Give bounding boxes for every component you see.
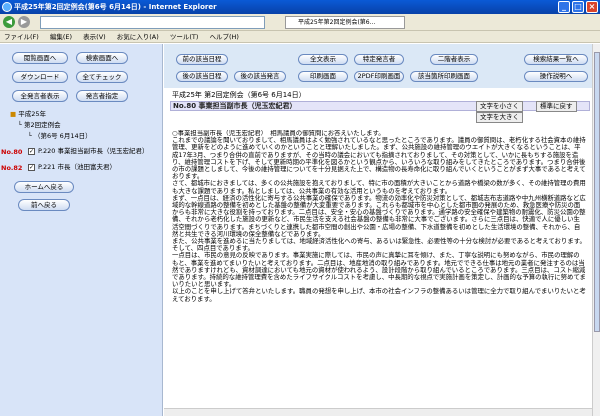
pdf-print-button[interactable]: 2PDF印刷画面 <box>354 71 404 82</box>
speaker-name: No.80 事業担当副市長（児玉宏紀君） <box>173 102 297 110</box>
instructions-button[interactable]: 操作説明へ <box>524 71 588 82</box>
item-link[interactable]: P.220 事業担当副市長（児玉宏紀君） <box>38 147 148 156</box>
paragraph: 以上のことを申し上げて答弁といたします。職員の発想を申し上げ、本市の社会インフラ… <box>172 287 586 303</box>
tree-session[interactable]: └ 第2回定例会 <box>18 121 61 130</box>
toolbar: 前の該当日程 全文表示 特定発言者 二階者表示 検索結果一覧へ 後の該当日程 後… <box>164 44 600 88</box>
scrollbar-thumb[interactable] <box>594 52 600 332</box>
paragraph: これまでの議論を聞いておりまして、相馬議員はよく勉強されているなと思ったところで… <box>172 136 586 181</box>
menu-help[interactable]: ヘルプ(H) <box>210 33 239 41</box>
item-number: No.82 <box>1 164 23 172</box>
session-title: 平成25年 第2回定例会（第6号 6月14日） <box>172 91 306 99</box>
paragraph: さて、都城市におきましては、多くの公共施設を抱えておりまして、特に市の面積が大き… <box>172 179 586 195</box>
minutes-text: ○事業担当副市長（児玉宏紀君） 相馬議員の御質問にお答えいたします。 これまでの… <box>172 130 586 406</box>
download-button[interactable]: ダウンロード <box>12 71 68 83</box>
browser-tab[interactable]: 平成25年第2回定例会(第6... <box>285 16 405 29</box>
item-checkbox[interactable]: ✓ <box>28 148 35 155</box>
browse-screen-button[interactable]: 閲覧画面へ <box>12 52 68 64</box>
ie-icon <box>2 2 12 12</box>
search-screen-button[interactable]: 検索画面へ <box>76 52 128 64</box>
vertical-scrollbar[interactable] <box>592 44 600 416</box>
font-small-button[interactable]: 文字を小さく <box>476 101 523 112</box>
font-reset-button[interactable]: 標準に戻す <box>536 101 577 112</box>
prev-date-button[interactable]: 前の該当日程 <box>176 54 228 65</box>
home-button[interactable]: ホームへ戻る <box>14 181 74 193</box>
specific-speaker-button[interactable]: 特定発言者 <box>354 54 404 65</box>
main-content: 前の該当日程 全文表示 特定発言者 二階者表示 検索結果一覧へ 後の該当日程 後… <box>164 44 600 416</box>
tree-date[interactable]: └ （第6号 6月14日） <box>28 132 92 141</box>
print-screen-button[interactable]: 印刷画面 <box>298 71 348 82</box>
address-bar: ◀ ▶ 平成25年第2回定例会(第6... <box>0 14 600 31</box>
back-button[interactable]: 前へ戻る <box>18 199 70 211</box>
tree-year[interactable]: ■ 平成25年 <box>10 110 46 119</box>
folder-icon: ■ <box>10 110 17 118</box>
forward-nav-icon[interactable]: ▶ <box>18 16 30 28</box>
speaker-header: No.80 事業担当副市長（児玉宏紀君） <box>170 101 590 111</box>
paragraph: まず、一点目は、経済の活性化に寄与する公共事業の確保であります。物流の効率化や防… <box>172 193 586 238</box>
window-title: 平成25年第2回定例会(第6号 6月14日) - Internet Explor… <box>14 3 217 11</box>
paragraph: 一点目は、市民の意見の反映であります。事業実施に際しては、市民の声に真摯に耳を傾… <box>172 251 586 289</box>
second-speaker-button[interactable]: 二階者表示 <box>430 54 478 65</box>
check-all-button[interactable]: 全てチェック <box>76 71 128 83</box>
next-date-button[interactable]: 後の該当日程 <box>176 71 228 82</box>
menu-edit[interactable]: 編集(E) <box>50 33 72 41</box>
menu-file[interactable]: ファイル(F) <box>4 33 39 41</box>
speaker-select-button[interactable]: 発言者指定 <box>76 90 128 102</box>
menu-bar: ファイル(F) 編集(E) 表示(V) お気に入り(A) ツール(T) ヘルプ(… <box>0 31 600 43</box>
close-button[interactable]: × <box>586 1 598 13</box>
font-large-button[interactable]: 文字を大きく <box>476 112 523 123</box>
menu-tools[interactable]: ツール(T) <box>170 33 199 41</box>
menu-favorites[interactable]: お気に入り(A) <box>117 33 159 41</box>
item-link[interactable]: P.221 市長（池田富夫君） <box>38 163 116 172</box>
maximize-button[interactable]: □ <box>572 1 584 13</box>
url-input[interactable] <box>40 16 265 29</box>
minimize-button[interactable]: _ <box>558 1 570 13</box>
back-nav-icon[interactable]: ◀ <box>3 16 15 28</box>
window-title-bar: 平成25年第2回定例会(第6号 6月14日) - Internet Explor… <box>0 0 600 14</box>
search-results-button[interactable]: 検索結果一覧へ <box>524 54 588 65</box>
horizontal-scrollbar[interactable] <box>164 408 592 416</box>
menu-view[interactable]: 表示(V) <box>83 33 106 41</box>
sidebar: 閲覧画面へ 検索画面へ ダウンロード 全てチェック 全発言者表示 発言者指定 ■… <box>0 44 163 416</box>
item-number: No.80 <box>1 148 23 156</box>
full-speaker-display-button[interactable]: 全発言者表示 <box>12 90 68 102</box>
full-text-button[interactable]: 全文表示 <box>298 54 348 65</box>
item-checkbox[interactable]: ✓ <box>28 164 35 171</box>
next-speech-button[interactable]: 後の該当発言 <box>234 71 286 82</box>
excerpt-print-button[interactable]: 該当箇所印刷画面 <box>410 71 478 82</box>
